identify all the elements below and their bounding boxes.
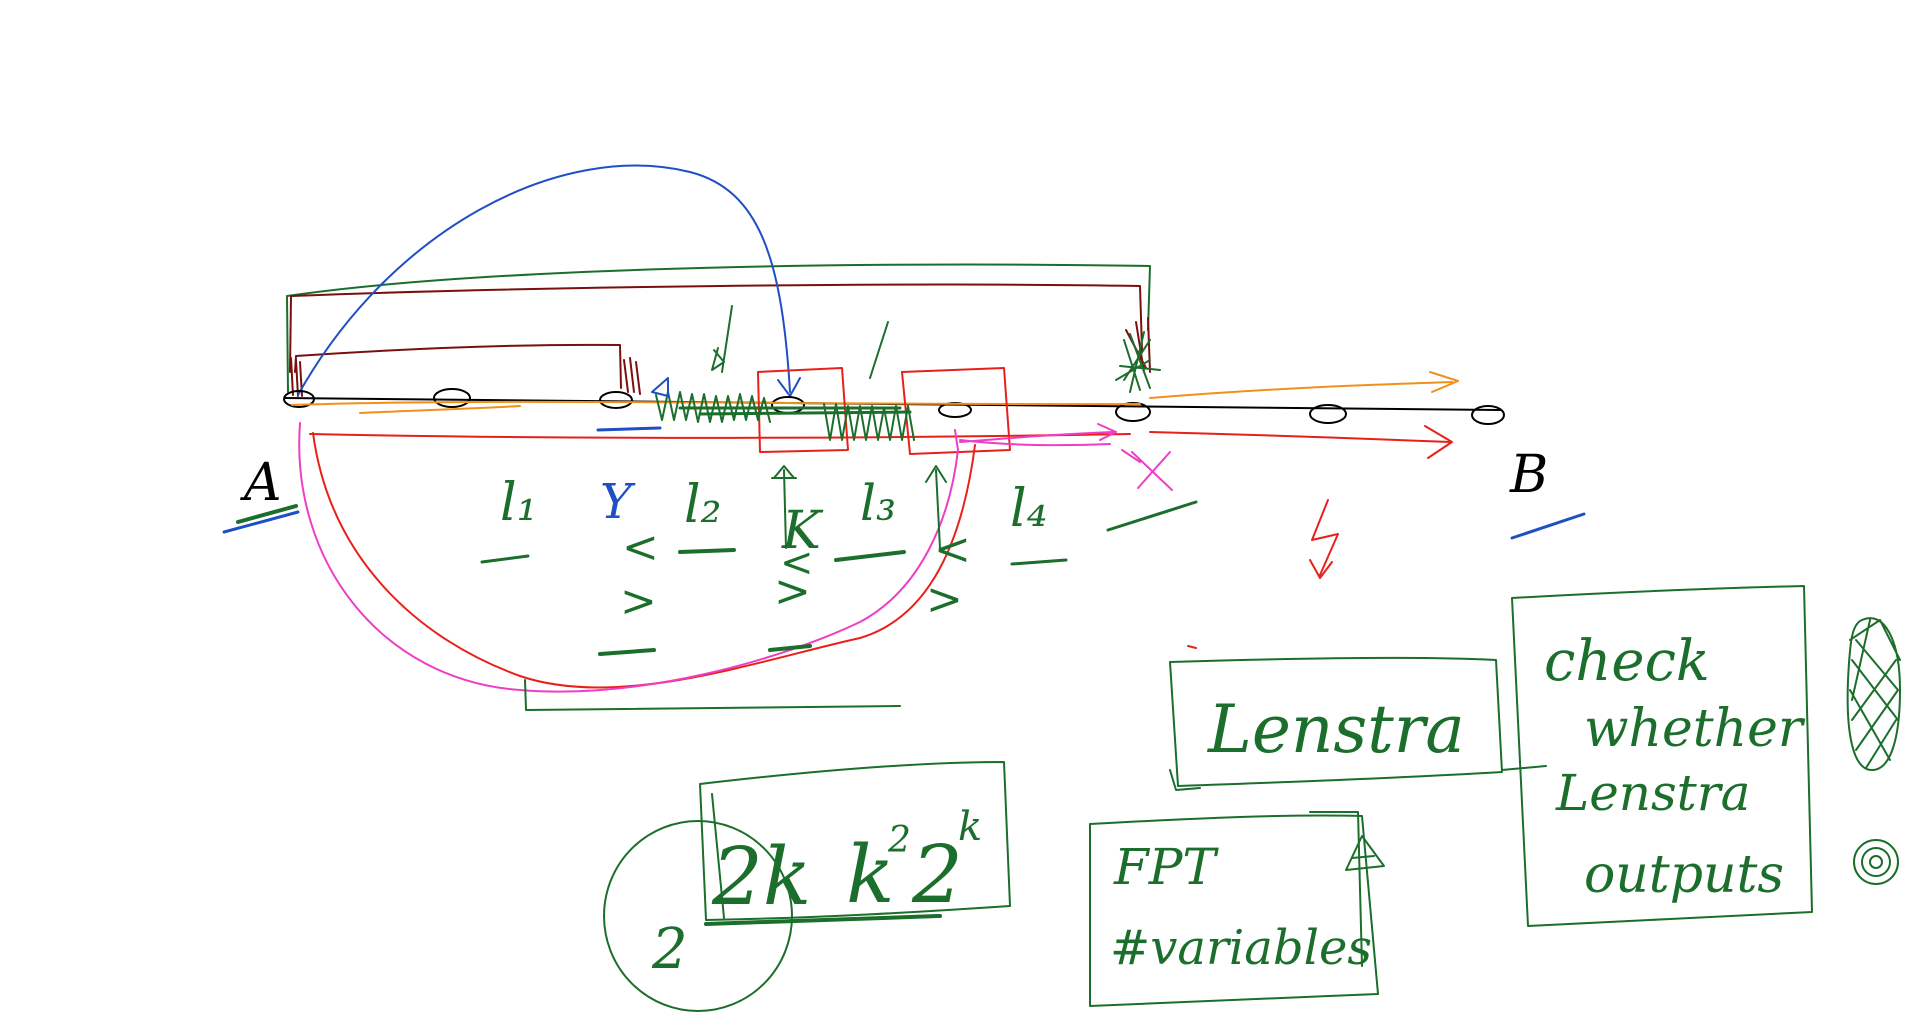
node-k	[771, 396, 805, 414]
fpt-text-line-1: FPT	[1113, 838, 1219, 896]
underline-gt-1	[598, 648, 656, 656]
pink-cross	[1121, 449, 1173, 491]
lenstra-to-check-line	[1501, 765, 1547, 771]
green-scribble-fill	[678, 406, 912, 416]
underline-y-blue	[596, 426, 662, 432]
underline-b-blue	[1510, 512, 1586, 540]
check-text-line-4: outputs	[1584, 845, 1784, 905]
complexity-term-3-base: 2	[911, 828, 963, 921]
blue-check-y	[651, 377, 669, 397]
green-scribble-node5	[1115, 331, 1161, 393]
target-icon-middle	[1861, 847, 1891, 877]
underline-l4	[1010, 558, 1068, 566]
node-2	[433, 388, 471, 408]
red-mark-top	[1187, 645, 1197, 649]
red-contradiction-icon	[1309, 499, 1339, 579]
lenstra-text: Lenstra	[1207, 691, 1465, 768]
underline-x	[1106, 500, 1198, 532]
check-text-line-3: Lenstra	[1555, 764, 1750, 822]
complexity-term-2-exp: 2	[887, 820, 911, 861]
label-l2: l₂	[684, 475, 721, 535]
underline-l1	[480, 554, 530, 564]
gt-mark-1: >	[620, 576, 657, 627]
complexity-prefix: 2	[651, 917, 688, 982]
check-text-line-2: whether	[1584, 699, 1806, 759]
darkred-scribble-mid	[623, 357, 641, 395]
lt-mark-2: <	[934, 524, 971, 575]
whiteboard-canvas: A B l₁ Y l₂ K l₃ l₄ < > < > < > Lenstra …	[222, 164, 1901, 1012]
green-check-2	[869, 321, 889, 379]
orange-underline	[359, 405, 521, 414]
label-l1: l₁	[500, 473, 537, 533]
underline-gt-2	[768, 644, 812, 652]
node-b	[1471, 405, 1505, 425]
gt-mark-3: >	[926, 574, 963, 625]
target-icon-inner	[1869, 855, 1883, 869]
complexity-term-3-exp: k	[958, 804, 982, 850]
fpt-text-line-2: #variables	[1110, 920, 1372, 976]
underline-l2	[678, 548, 736, 554]
label-b: B	[1509, 445, 1548, 505]
target-icon-outer	[1853, 839, 1899, 885]
label-a: A	[240, 453, 282, 513]
green-check-1	[711, 305, 733, 373]
node-y	[599, 391, 633, 409]
complexity-term-1: 2k	[711, 830, 811, 923]
label-l4: l₄	[1010, 479, 1047, 539]
hatched-shape-icon	[1846, 617, 1901, 771]
black-bracket-bottom	[524, 679, 901, 711]
label-l3: l₃	[860, 474, 896, 532]
check-text-line-1: check	[1544, 629, 1710, 694]
lt-mark-1: <	[622, 522, 659, 573]
blue-arc	[297, 164, 791, 396]
green-outline-top	[286, 263, 1151, 393]
underline-l3	[834, 550, 906, 562]
darkred-bracket-inner	[294, 343, 622, 389]
lt-mark-3: <	[780, 540, 814, 586]
